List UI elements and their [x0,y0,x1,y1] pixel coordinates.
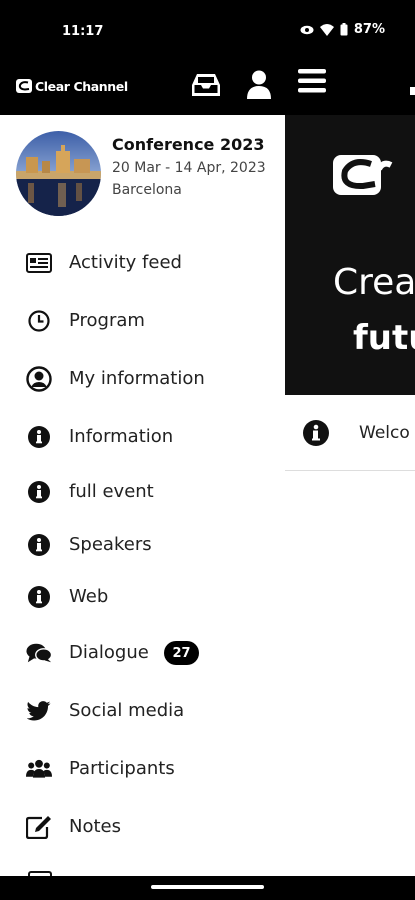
event-dates: 20 Mar - 14 Apr, 2023 [112,160,266,176]
info-icon [303,420,329,446]
system-nav-bar [0,876,415,900]
menu-item-social-media[interactable]: Social media [0,689,285,733]
clear-channel-logo-icon [16,79,32,93]
event-city: Barcelona [112,182,182,198]
app-bar: Clear Channel [0,60,415,115]
battery-percent: 87% [353,22,385,37]
menu-item-label: My information [69,368,205,389]
info-icon [26,533,52,557]
hero-banner: Crea futu [285,115,415,395]
menu-item-label: Participants [69,758,175,779]
menu-item-dialogue[interactable]: Dialogue 27 [0,631,285,675]
welcome-row[interactable]: Welco [285,395,415,471]
user-circle-icon [26,366,52,392]
menu-item-activity-feed[interactable]: Activity feed [0,241,285,285]
city-skyline-image [16,131,101,216]
status-time: 11:17 [62,24,104,39]
menu-item-label: Speakers [69,534,152,555]
eye-icon [300,25,314,34]
comments-icon [26,641,52,665]
hero-subheadline: futu [353,318,415,358]
event-header[interactable]: Conference 2023 20 Mar - 14 Apr, 2023 Ba… [0,115,285,223]
menu-item-label: Program [69,310,145,331]
edit-icon [26,815,52,839]
menu-item-label: Information [69,426,174,447]
menu-item-label: Notes [69,816,121,837]
hero-headline: Crea [333,262,415,303]
menu-item-full-event[interactable]: full event [0,470,285,514]
menu-item-notes[interactable]: Notes [0,805,285,849]
hamburger-menu-icon[interactable] [298,69,326,93]
menu-item-label: Social media [69,700,185,721]
status-bar: 11:17 87% [0,0,415,60]
users-icon [26,757,52,781]
brand-name: Clear Channel [35,78,128,94]
navigation-drawer: Conference 2023 20 Mar - 14 Apr, 2023 Ba… [0,115,285,876]
hero-logo-icon [333,155,393,195]
menu-item-label: Activity feed [69,252,182,273]
battery-icon [340,23,348,36]
menu-item-label: full event [69,481,154,502]
menu-item-information[interactable]: Information [0,415,285,459]
menu-item-label: Dialogue [69,642,149,663]
user-icon[interactable] [246,70,272,100]
wifi-icon [319,23,334,36]
menu-item-speakers[interactable]: Speakers [0,523,285,567]
brand-logo: Clear Channel [16,76,128,96]
info-icon [26,425,52,449]
inbox-icon[interactable] [191,72,221,98]
unread-count-badge: 27 [164,641,199,665]
menu-item-web[interactable]: Web [0,575,285,619]
twitter-icon [26,699,52,723]
info-icon [26,480,52,504]
menu-item-participants[interactable]: Participants [0,747,285,791]
newspaper-icon [26,251,52,275]
menu-item-my-information[interactable]: My information [0,357,285,401]
event-photo [16,131,101,216]
menu-item-program[interactable]: Program [0,299,285,343]
info-icon [26,585,52,609]
welcome-text: Welco [359,423,410,443]
home-gesture-handle[interactable] [151,885,264,889]
menu-item-label: Web [69,586,109,607]
event-title: Conference 2023 [112,135,265,154]
overflow-edge-icon [410,87,415,95]
clock-icon [26,309,52,333]
